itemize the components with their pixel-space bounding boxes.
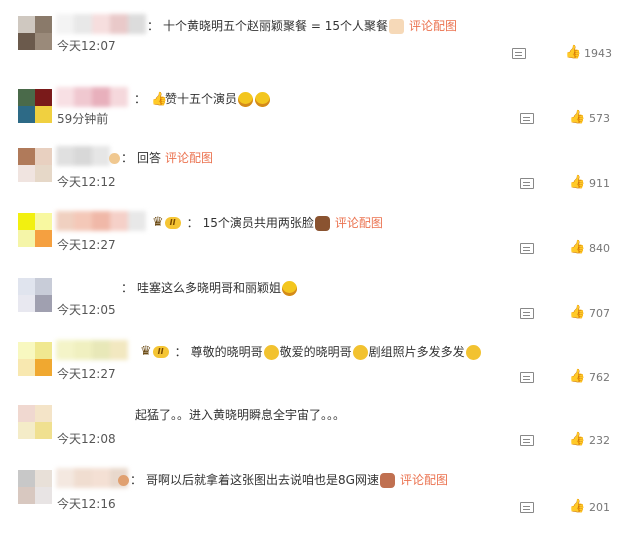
username[interactable] — [56, 14, 146, 34]
comment-image-link[interactable]: 评论配图 — [409, 18, 457, 34]
username[interactable] — [56, 87, 128, 107]
comment-text-line: ♛ II ： 15个演员共用两张脸 评论配图 — [152, 215, 383, 231]
comment-item: ♛ II ： 尊敬的晓明哥 敬爱的晓明哥 剧组照片多发多发 今天12:27 👍 … — [0, 340, 629, 406]
level-badge: II — [152, 346, 169, 358]
comment-text: 剧组照片多发多发 — [368, 345, 465, 359]
comment-item: ： 👍 赞十五个演员 59分钟前 👍 573 — [0, 87, 629, 153]
cry-emoji-icon — [263, 344, 279, 360]
comment-text: 15个演员共用两张脸 — [202, 216, 314, 230]
like-count: 1943 — [584, 47, 612, 60]
share-icon[interactable] — [520, 308, 534, 319]
username[interactable] — [56, 340, 128, 360]
cry-emoji-icon — [465, 344, 481, 360]
comment-item: 起猛了。。进入黄晓明瞬息全宇宙了。。。 今天12:08 👍 232 — [0, 405, 629, 469]
like-count: 201 — [589, 501, 610, 514]
like-count: 911 — [589, 177, 610, 190]
share-icon[interactable] — [520, 435, 534, 446]
like-icon[interactable]: 👍 — [569, 370, 585, 384]
username[interactable] — [56, 211, 146, 231]
avatar[interactable] — [18, 470, 52, 504]
like-count: 762 — [589, 371, 610, 384]
share-icon[interactable] — [520, 113, 534, 124]
share-icon[interactable] — [512, 48, 526, 59]
crown-icon: ♛ — [140, 344, 152, 359]
face-emoji-icon — [314, 215, 330, 231]
like-icon[interactable]: 👍 — [569, 111, 585, 125]
face-emoji-icon — [379, 472, 395, 488]
like-icon[interactable]: 👍 — [569, 306, 585, 320]
comment-text-line: ：回答 评论配图 — [108, 150, 213, 166]
comment-text: 十个黄晓明五个赵丽颖聚餐 = 15个人聚餐 — [163, 19, 388, 33]
like-count: 707 — [589, 307, 610, 320]
comment-text-line: 起猛了。。进入黄晓明瞬息全宇宙了。。。 — [135, 407, 345, 423]
like-icon[interactable]: 👍 — [569, 241, 585, 255]
cat-emoji-icon — [388, 18, 404, 34]
comment-text-line: ： 👍 赞十五个演员 — [134, 91, 271, 107]
comment-item: ♛ II ： 15个演员共用两张脸 评论配图 今天12:27 👍 840 — [0, 211, 629, 277]
laugh-emoji-icon — [238, 91, 254, 107]
like-icon[interactable]: 👍 — [569, 433, 585, 447]
thumbs-up-emoji-icon: 👍 — [151, 91, 168, 107]
like-count: 573 — [589, 112, 610, 125]
hand-emoji-icon — [109, 152, 120, 164]
comment-item: ：回答 评论配图 今天12:12 👍 911 — [0, 146, 629, 212]
comment-text-line: ♛ II ： 尊敬的晓明哥 敬爱的晓明哥 剧组照片多发多发 — [140, 344, 482, 360]
share-icon[interactable] — [520, 178, 534, 189]
username[interactable] — [56, 146, 110, 166]
share-icon[interactable] — [520, 502, 534, 513]
comment-item: ：哇塞这么多晓明哥和丽颖姐 今天12:05 👍 707 — [0, 278, 629, 342]
like-icon[interactable]: 👍 — [565, 46, 581, 60]
comment-text-line: ：哇塞这么多晓明哥和丽颖姐 — [121, 280, 298, 296]
comment-image-link[interactable]: 评论配图 — [400, 472, 448, 488]
cry-emoji-icon — [352, 344, 368, 360]
comment-text: 敬爱的晓明哥 — [279, 345, 352, 359]
crown-icon: ♛ — [152, 215, 164, 230]
share-icon[interactable] — [520, 372, 534, 383]
comment-image-link[interactable]: 评论配图 — [165, 150, 213, 166]
comment-text: 回答 — [137, 151, 162, 165]
comment-item: ：十个黄晓明五个赵丽颖聚餐 = 15个人聚餐 评论配图 今天12:07 👍 19… — [0, 14, 629, 80]
share-icon[interactable] — [520, 243, 534, 254]
comment-text: 哥啊以后就拿着这张图出去说咱也是8G网速 — [146, 473, 379, 487]
like-count: 232 — [589, 434, 610, 447]
comment-text-line: ：哥啊以后就拿着这张图出去说咱也是8G网速 评论配图 — [117, 472, 448, 488]
laugh-emoji-icon — [255, 91, 271, 107]
comment-text: 赞十五个演员 — [165, 92, 238, 106]
laugh-emoji-icon — [282, 280, 298, 296]
level-badge: II — [164, 217, 181, 229]
like-icon[interactable]: 👍 — [569, 500, 585, 514]
comment-item: ：哥啊以后就拿着这张图出去说咱也是8G网速 评论配图 今天12:16 👍 201 — [0, 468, 629, 534]
comment-text: 哇塞这么多晓明哥和丽颖姐 — [137, 281, 282, 295]
like-icon[interactable]: 👍 — [569, 176, 585, 190]
member-badge[interactable]: ♛ II — [152, 216, 181, 230]
like-count: 840 — [589, 242, 610, 255]
comment-image-link[interactable]: 评论配图 — [335, 215, 383, 231]
member-badge[interactable]: ♛ II — [140, 345, 169, 359]
comment-text: 起猛了。。进入黄晓明瞬息全宇宙了。。。 — [135, 408, 346, 422]
comment-text: 尊敬的晓明哥 — [190, 345, 263, 359]
avatar[interactable] — [18, 16, 52, 50]
comment-text-line: ：十个黄晓明五个赵丽颖聚餐 = 15个人聚餐 评论配图 — [147, 18, 457, 34]
avatar-emoji-icon — [118, 474, 129, 486]
